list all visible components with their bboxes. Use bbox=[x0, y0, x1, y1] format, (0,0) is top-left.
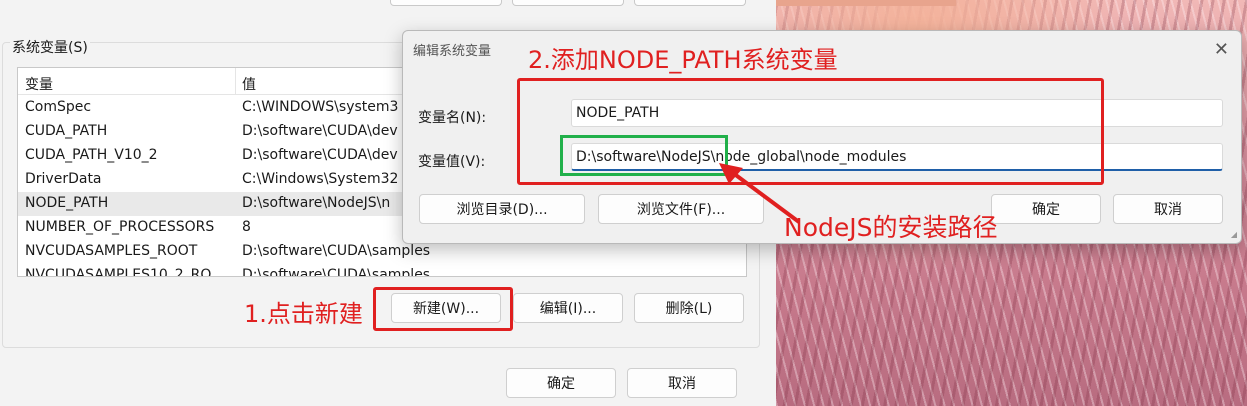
browse-directory-button[interactable]: 浏览目录(D)... bbox=[419, 194, 585, 224]
annotation-step1: 1.点击新建 bbox=[244, 300, 363, 328]
row-name: NVCUDASAMPLES10_2_RO bbox=[25, 267, 212, 277]
annotation-nodejs-note: NodeJS的安装路径 bbox=[784, 213, 998, 242]
resize-grip-icon[interactable]: ◢ bbox=[1231, 230, 1237, 239]
wallpaper-strip bbox=[776, 0, 956, 6]
annotation-step2: 2.添加NODE_PATH系统变量 bbox=[528, 46, 838, 74]
top-button-1[interactable] bbox=[390, 0, 502, 6]
column-divider[interactable] bbox=[235, 68, 236, 94]
edit-cancel-button[interactable]: 取消 bbox=[1113, 194, 1223, 224]
top-button-2[interactable] bbox=[512, 0, 624, 6]
row-name: NUMBER_OF_PROCESSORS bbox=[25, 219, 215, 235]
row-value: C:\Windows\System32 bbox=[242, 171, 399, 187]
row-value: D:\software\CUDA\dev bbox=[242, 147, 398, 163]
edit-variable-button[interactable]: 编辑(I)... bbox=[513, 293, 623, 323]
delete-variable-button[interactable]: 删除(L) bbox=[634, 293, 744, 323]
row-name: DriverData bbox=[25, 171, 102, 187]
variable-name-label: 变量名(N): bbox=[418, 110, 487, 126]
close-icon[interactable]: ✕ bbox=[1214, 39, 1229, 60]
table-row[interactable]: NVCUDASAMPLES10_2_RO D:\software\CUDA\sa… bbox=[18, 264, 746, 277]
row-value: C:\WINDOWS\system3 bbox=[242, 99, 399, 115]
row-name: ComSpec bbox=[25, 99, 92, 115]
row-value: 8 bbox=[242, 219, 251, 235]
system-variables-label: 系统变量(S) bbox=[10, 37, 90, 57]
column-header-variable[interactable]: 变量 bbox=[25, 74, 53, 94]
edit-ok-button[interactable]: 确定 bbox=[991, 194, 1101, 224]
cancel-button[interactable]: 取消 bbox=[627, 368, 737, 398]
annotation-nodejs-path-box bbox=[560, 135, 728, 176]
row-name: NODE_PATH bbox=[25, 195, 109, 211]
variable-value-label: 变量值(V): bbox=[418, 154, 486, 170]
row-name: NVCUDASAMPLES_ROOT bbox=[25, 243, 198, 259]
row-name: CUDA_PATH bbox=[25, 123, 108, 139]
row-value: D:\software\CUDA\samples bbox=[242, 267, 431, 277]
dialog-title: 编辑系统变量 bbox=[413, 44, 492, 59]
row-value: D:\software\CUDA\dev bbox=[242, 123, 398, 139]
row-name: CUDA_PATH_V10_2 bbox=[25, 147, 158, 163]
row-value: D:\software\CUDA\samples bbox=[242, 243, 431, 259]
column-header-value[interactable]: 值 bbox=[242, 74, 256, 94]
ok-button[interactable]: 确定 bbox=[506, 368, 616, 398]
row-value: D:\software\NodeJS\n bbox=[242, 195, 391, 211]
annotation-new-button-box bbox=[373, 287, 513, 331]
top-button-3[interactable] bbox=[634, 0, 746, 6]
